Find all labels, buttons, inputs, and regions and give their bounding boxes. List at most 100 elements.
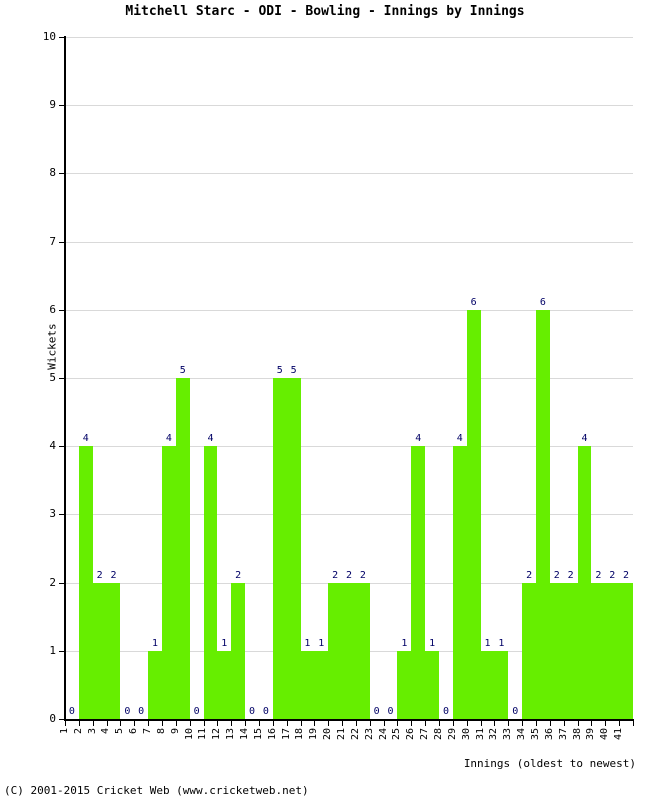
bar: [619, 582, 633, 719]
bar: [466, 309, 481, 719]
bar-value-label: 1: [318, 637, 325, 649]
bar-value-label: 2: [595, 569, 602, 581]
bar: [78, 446, 93, 719]
bar: [286, 378, 301, 719]
bar: [397, 650, 412, 719]
bar-value-label: 4: [415, 433, 422, 445]
bar-value-label: 1: [484, 637, 491, 649]
bar: [314, 650, 329, 719]
bar: [591, 582, 606, 719]
x-tick-mark: [161, 721, 163, 726]
bar: [411, 446, 426, 719]
x-axis-label: Innings (oldest to newest): [463, 757, 636, 770]
bar-value-label: 2: [609, 569, 616, 581]
bar-value-label: 6: [539, 296, 546, 308]
bar-value-label: 2: [359, 569, 366, 581]
bar: [161, 446, 176, 719]
bar-value-label: 0: [373, 706, 380, 717]
bar-value-label: 4: [456, 433, 463, 445]
bar-value-label: 2: [235, 569, 242, 581]
x-tick-mark: [522, 721, 524, 726]
x-tick-mark: [633, 721, 634, 726]
bar: [452, 446, 467, 719]
x-tick-mark: [258, 721, 260, 726]
y-axis-label: Wickets: [45, 323, 59, 370]
x-tick-mark: [314, 721, 316, 726]
bar: [494, 650, 509, 719]
x-tick-mark: [494, 721, 496, 726]
bar: [175, 378, 190, 719]
bar-value-label: 0: [138, 706, 145, 717]
x-tick-mark: [175, 721, 177, 726]
bar: [106, 582, 121, 719]
x-tick-mark: [106, 721, 108, 726]
x-tick-mark: [605, 721, 607, 726]
x-tick-mark: [577, 721, 579, 726]
x-tick-mark: [92, 721, 94, 726]
bar: [536, 309, 550, 719]
y-tick-label: 2: [49, 575, 56, 589]
x-tick-mark: [369, 721, 371, 726]
x-tick-mark: [425, 721, 427, 726]
bar-value-label: 0: [262, 706, 269, 717]
bar: [203, 446, 218, 719]
x-tick-mark: [466, 721, 468, 726]
bar-value-label: 2: [526, 569, 533, 581]
bar-value-label: 0: [124, 706, 131, 717]
bar: [425, 650, 440, 719]
bar-value-label: 4: [165, 433, 172, 445]
bar-value-label: 0: [387, 706, 394, 717]
bar: [563, 582, 578, 719]
bar-value-label: 0: [193, 706, 200, 717]
bar-value-label: 0: [442, 706, 449, 717]
x-tick-mark: [286, 721, 288, 726]
bar-value-label: 2: [345, 569, 352, 581]
bar-value-label: 2: [623, 569, 630, 581]
bar-value-label: 0: [68, 706, 75, 717]
y-tick-label: 0: [49, 712, 56, 725]
x-tick-mark: [549, 721, 551, 726]
x-tick-mark: [563, 721, 565, 726]
x-tick-mark: [78, 721, 80, 726]
x-tick-mark: [591, 721, 593, 726]
bar-value-label: 2: [332, 569, 339, 581]
x-tick-mark: [619, 721, 621, 726]
bar-value-label: 0: [249, 706, 256, 717]
x-tick-label: 41: [613, 728, 625, 741]
x-tick-mark: [134, 721, 136, 726]
x-tick-mark: [508, 721, 510, 726]
bar: [272, 378, 287, 719]
bar: [328, 582, 343, 719]
bar-value-label: 1: [221, 637, 228, 649]
x-tick-mark: [203, 721, 205, 726]
y-tick-label: 3: [49, 507, 56, 521]
bar: [148, 650, 162, 719]
bar-value-label: 0: [512, 706, 519, 717]
bar-value-label: 2: [553, 569, 560, 581]
y-tick-label: 9: [49, 98, 56, 112]
bar-value-label: 1: [401, 637, 408, 649]
x-tick-mark: [452, 721, 454, 726]
bar-value-label: 4: [82, 433, 89, 445]
bar: [92, 582, 107, 719]
bar: [480, 650, 495, 719]
bar: [355, 582, 370, 719]
bar-value-label: 5: [179, 365, 186, 376]
x-tick-mark: [245, 721, 247, 726]
x-tick-mark: [272, 721, 274, 726]
bar: [300, 650, 315, 719]
bar-value-label: 6: [470, 296, 477, 308]
bar: [549, 582, 564, 719]
x-tick-mark: [355, 721, 357, 726]
x-tick-mark: [300, 721, 302, 726]
bars-layer: [65, 37, 633, 719]
bar-value-label: 1: [152, 637, 159, 649]
x-tick-mark: [231, 721, 233, 726]
bar-value-label: 1: [498, 637, 505, 649]
x-tick-mark: [65, 721, 66, 726]
x-tick-mark: [536, 721, 538, 726]
x-tick-mark: [383, 721, 385, 726]
bar-value-label: 4: [581, 433, 588, 445]
y-tick-label: 8: [49, 166, 56, 180]
x-tick-mark: [411, 721, 413, 726]
